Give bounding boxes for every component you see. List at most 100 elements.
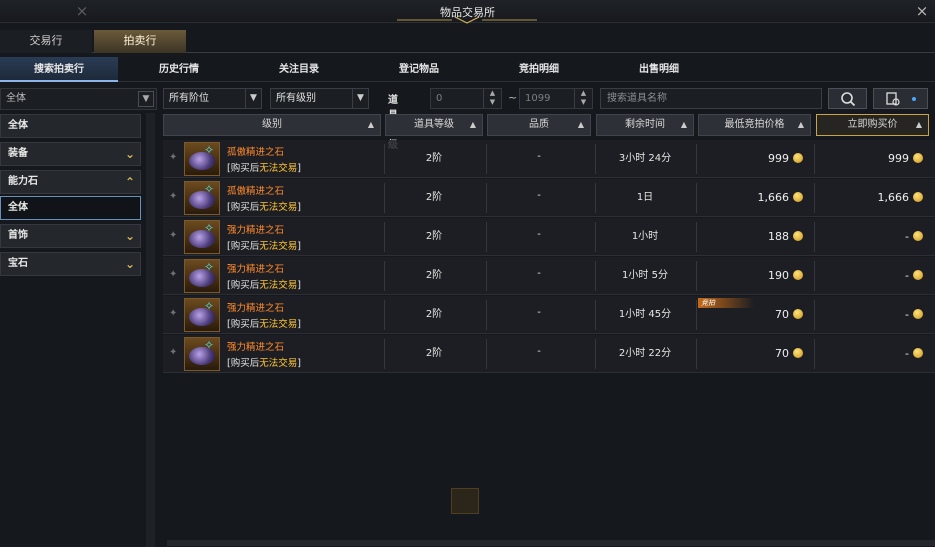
level-min-input[interactable]: 0 ▲ ▼ [430,88,502,109]
column-header-item-level[interactable]: 道具等级 ▲ [385,114,483,136]
pin-icon[interactable]: ✦ [169,269,177,280]
level-max-input[interactable]: 1099 ▲ ▼ [519,88,593,109]
tab-trade-house[interactable]: 交易行 [0,30,92,53]
column-header-buy-now[interactable]: 立即购买价 ▲ [816,114,929,136]
column-header-quality[interactable]: 品质 ▲ [487,114,591,136]
sidebar-item-equipment[interactable]: 装备 ⌄ [0,142,141,166]
table-row[interactable]: ✦ ✧ 强力精进之石 [购买后无法交易] 2阶 - 1小时 188 - [163,218,935,256]
min-bid-value: 188 [768,230,789,243]
min-bid-value: 70 [775,308,789,321]
sidebar-item-all[interactable]: 全体 [0,114,141,138]
level-max-stepper[interactable]: ▲ ▼ [574,89,592,108]
level-min-stepper[interactable]: ▲ ▼ [483,89,501,108]
item-name: 强力精进之石 [227,303,285,314]
chevron-down-icon: ▼ [245,89,261,108]
pin-icon[interactable]: ✦ [169,152,177,163]
remaining-time-cell: 1小时 [631,231,659,242]
note-suffix: ] [297,319,301,330]
remaining-time-cell: 2小时 22分 [618,348,672,359]
tier-select-value: 所有阶位 [169,93,209,104]
table-row[interactable]: ✦ ✧ 强力精进之石 [购买后无法交易] 2阶 - 1小时 5分 190 - [163,257,935,295]
search-icon [840,92,855,107]
table-row[interactable]: ✦ ✧ 强力精进之石 [购买后无法交易] 2阶 - 1小时 45分 竞拍 70 - [163,296,935,334]
note-warning: 无法交易 [259,241,298,252]
tier-select[interactable]: 所有阶位 ▼ [163,88,262,109]
min-bid-price: 190 [768,269,803,282]
sidebar-scrollbar[interactable] [146,113,155,547]
sidebar-item-ability-stone[interactable]: 能力石 ⌃ [0,170,141,194]
table-row[interactable]: ✦ ✧ 孤傲精进之石 [购买后无法交易] 2阶 - 3小时 24分 999 999 [163,140,935,178]
table-row[interactable]: ✦ ✧ 强力精进之石 [购买后无法交易] 2阶 - 2小时 22分 70 - [163,335,935,373]
grade-select[interactable]: 所有级别 ▼ [270,88,369,109]
saved-search-button[interactable] [873,88,928,109]
buy-now-price: - [905,230,923,243]
column-header-remaining-time[interactable]: 剩余时间 ▲ [596,114,694,136]
bidding-badge: 竞拍 [698,298,754,308]
background-slot [451,488,479,514]
gold-coin-icon [793,153,803,163]
search-button[interactable] [828,88,867,109]
buy-now-price: 1,666 [878,191,923,204]
column-header-min-bid[interactable]: 最低竞拍价格 ▲ [698,114,811,136]
sidebar-item-accessory[interactable]: 首饰 ⌄ [0,224,141,248]
ability-stone-icon: ✧ [184,259,220,293]
note-warning: 无法交易 [259,358,298,369]
chevron-down-icon: ⌄ [124,147,135,161]
item-trade-note: [购买后无法交易] [227,277,301,291]
quality-cell: - [537,190,541,201]
column-header-grade[interactable]: 级别 ▲ [163,114,381,136]
sidebar-item-label: 全体 [8,202,28,213]
table-row[interactable]: ✦ ✧ 孤傲精进之石 [购买后无法交易] 2阶 - 1日 1,666 1,666 [163,179,935,217]
main-tabs: 交易行 拍卖行 [0,30,935,53]
horizontal-scrollbar[interactable] [167,540,935,546]
pin-icon[interactable]: ✦ [169,308,177,319]
sidebar-item-label: 装备 [8,148,28,159]
sort-arrow-icon: ▲ [367,120,374,129]
note-prefix: [购买后 [227,358,260,369]
note-suffix: ] [297,241,301,252]
gold-coin-icon [913,153,923,163]
quality-cell: - [537,307,541,318]
tab-watchlist[interactable]: 关注目录 [240,57,358,82]
gold-coin-icon [793,192,803,202]
remaining-time-cell: 1小时 5分 [622,270,668,281]
pin-icon[interactable]: ✦ [169,347,177,358]
pin-icon[interactable]: ✦ [169,230,177,241]
sidebar-item-gem[interactable]: 宝石 ⌄ [0,252,141,276]
column-header-label: 级别 [262,119,282,130]
sidebar-subitem-all[interactable]: 全体 [0,196,141,220]
tab-price-history[interactable]: 历史行情 [120,57,238,82]
column-divider [696,144,697,174]
item-trade-note: [购买后无法交易] [227,316,301,330]
gold-coin-icon [793,309,803,319]
min-bid-price: 1,666 [758,191,803,204]
column-divider [814,183,815,213]
column-divider [696,222,697,252]
tab-bid-details[interactable]: 竞拍明细 [480,57,598,82]
level-range-separator: ~ [508,91,518,104]
gold-coin-icon [793,231,803,241]
item-name: 孤傲精进之石 [227,147,285,158]
note-warning: 无法交易 [259,163,298,174]
quality-cell: - [537,268,541,279]
tab-auction-house[interactable]: 拍卖行 [94,30,186,53]
item-level-cell: 2阶 [425,309,443,320]
category-select[interactable]: 全体 ▼ [0,88,157,110]
gold-coin-icon [913,309,923,319]
item-name: 强力精进之石 [227,264,285,275]
note-prefix: [购买后 [227,319,260,330]
tab-register-item[interactable]: 登记物品 [360,57,478,82]
close-icon[interactable]: × [913,2,931,20]
column-divider [696,339,697,369]
column-divider [696,300,697,330]
tab-sale-details[interactable]: 出售明细 [600,57,718,82]
note-suffix: ] [297,163,301,174]
search-input[interactable]: 搜索道具名称 [600,88,822,109]
pin-icon[interactable]: ✦ [169,191,177,202]
ability-stone-icon: ✧ [184,298,220,332]
tab-search-auction[interactable]: 搜索拍卖行 [0,57,118,82]
note-prefix: [购买后 [227,241,260,252]
min-bid-price: 188 [768,230,803,243]
column-divider [814,300,815,330]
chevron-down-icon: ⌄ [124,229,135,243]
